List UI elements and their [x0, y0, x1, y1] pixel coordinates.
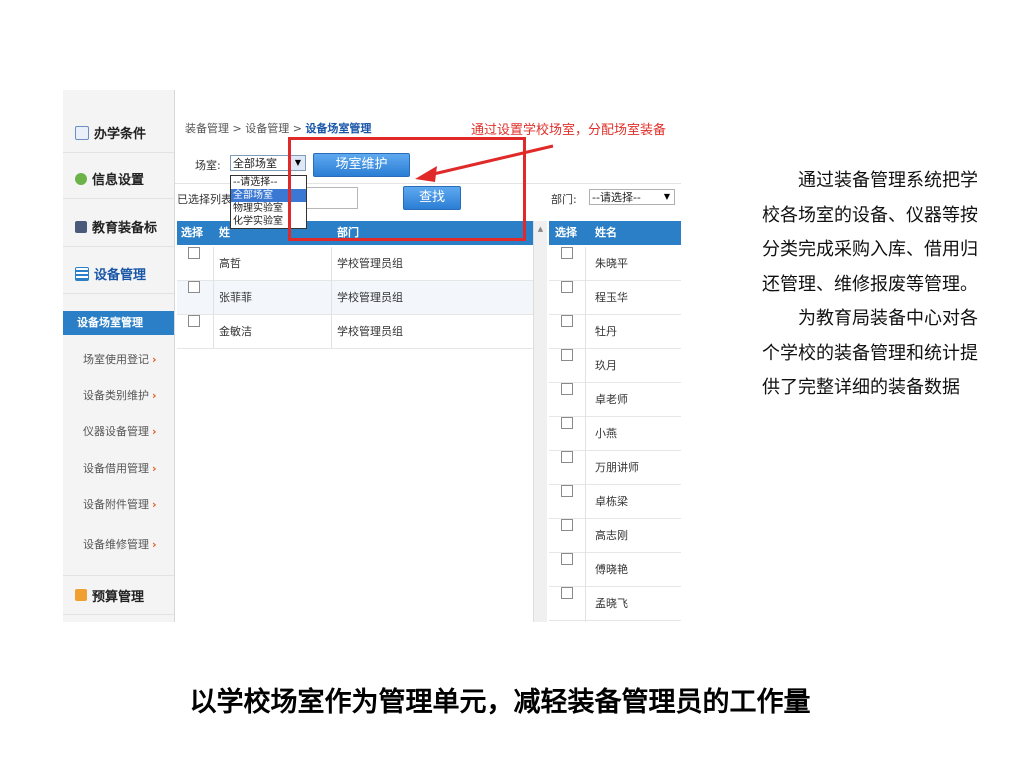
chevron-right-icon: ›: [152, 425, 157, 438]
row-name: 牡丹: [595, 325, 617, 338]
table-row[interactable]: 卓老师: [549, 383, 681, 417]
nav-section-device-management[interactable]: 设备管理: [63, 254, 174, 294]
column-divider: [585, 247, 586, 622]
table-row[interactable]: 朱晓平: [549, 247, 681, 281]
chevron-right-icon: ›: [152, 462, 157, 475]
table-row[interactable]: 高志刚: [549, 519, 681, 553]
nav-item-room-management[interactable]: 设备场室管理: [63, 311, 174, 335]
description-paragraph: 通过装备管理系统把学校各场室的设备、仪器等按分类完成采购入库、借用归还管理、维修…: [762, 170, 978, 295]
table-row[interactable]: 玖月: [549, 349, 681, 383]
main-content: 装备管理 > 设备管理 > 设备场室管理 通过设置学校场室，分配场室装备 场室:…: [175, 90, 681, 622]
pointer-arrow-icon: [415, 144, 554, 182]
slide-caption: 以学校场室作为管理单元，减轻装备管理员的工作量: [189, 687, 811, 718]
row-checkbox[interactable]: [561, 553, 573, 565]
row-checkbox[interactable]: [561, 485, 573, 497]
table-row[interactable]: 卓栋梁: [549, 485, 681, 519]
table-row[interactable]: 程玉华: [549, 281, 681, 315]
document-icon: [75, 125, 89, 140]
chevron-right-icon: ›: [152, 389, 157, 402]
nav-section-budget[interactable]: 预算管理: [63, 575, 174, 615]
nav-subitem[interactable]: 设备类别维护 ›: [63, 386, 174, 406]
table-row[interactable]: 牡丹: [549, 315, 681, 349]
row-name: 卓栋梁: [595, 495, 628, 508]
nav-subitem[interactable]: 设备借用管理 ›: [63, 459, 174, 479]
wallet-icon: [75, 589, 87, 601]
table-row[interactable]: 小燕: [549, 417, 681, 451]
sidebar-nav: 办学条件 信息设置 教育装备标 设备管理 设备场室管理 场室使用登记 › 设备类别…: [63, 90, 175, 622]
row-name: 高志刚: [595, 529, 628, 542]
row-name: 孟晓飞: [595, 597, 628, 610]
description-text: 通过装备管理系统把学校各场室的设备、仪器等按分类完成采购入库、借用归还管理、维修…: [762, 164, 994, 406]
table-row[interactable]: 高哲 学校管理员组: [177, 247, 533, 281]
chevron-right-icon: ›: [152, 353, 157, 366]
chevron-right-icon: ›: [152, 498, 157, 511]
row-name: 小燕: [595, 427, 617, 440]
nav-subitem[interactable]: 设备附件管理 ›: [63, 495, 174, 515]
table-row[interactable]: 张菲菲 学校管理员组: [177, 281, 533, 315]
row-checkbox[interactable]: [561, 519, 573, 531]
row-checkbox[interactable]: [561, 417, 573, 429]
row-name: 程玉华: [595, 291, 628, 304]
row-checkbox[interactable]: [188, 281, 200, 293]
row-checkbox[interactable]: [561, 349, 573, 361]
row-name: 卓老师: [595, 393, 628, 406]
nav-section-school-conditions[interactable]: 办学条件: [63, 113, 174, 153]
row-checkbox[interactable]: [561, 383, 573, 395]
description-paragraph: 为教育局装备中心对各个学校的装备管理和统计提供了完整详细的装备数据: [762, 308, 978, 398]
nav-section-info-settings[interactable]: 信息设置: [63, 159, 174, 199]
grid-icon: [75, 266, 89, 281]
nav-subitem[interactable]: 场室使用登记 ›: [63, 350, 174, 370]
table-row[interactable]: 傅晓艳: [549, 553, 681, 587]
app-screenshot: 办学条件 信息设置 教育装备标 设备管理 设备场室管理 场室使用登记 › 设备类别…: [63, 90, 681, 622]
gear-icon: [75, 172, 87, 185]
row-name: 玖月: [595, 359, 617, 372]
chevron-right-icon: ›: [152, 538, 157, 551]
nav-section-equipment-standard[interactable]: 教育装备标: [63, 207, 174, 247]
table-row[interactable]: 金敏洁 学校管理员组: [177, 315, 533, 349]
row-name: 傅晓艳: [595, 563, 628, 576]
column-divider: [213, 247, 214, 349]
nav-subitem[interactable]: 仪器设备管理 ›: [63, 422, 174, 442]
table-row[interactable]: 孟晓飞: [549, 587, 681, 621]
left-table-scrollbar[interactable]: ▲: [533, 221, 547, 622]
row-checkbox[interactable]: [561, 451, 573, 463]
row-checkbox[interactable]: [188, 315, 200, 327]
edit-icon: [75, 220, 87, 233]
row-name: 万朋讲师: [595, 461, 639, 474]
table-row[interactable]: 万朋讲师: [549, 451, 681, 485]
row-name: 朱晓平: [595, 257, 628, 270]
row-checkbox[interactable]: [561, 281, 573, 293]
nav-subitem[interactable]: 设备维修管理 ›: [63, 535, 174, 555]
row-checkbox[interactable]: [561, 315, 573, 327]
column-divider: [331, 247, 332, 349]
row-checkbox[interactable]: [561, 587, 573, 599]
